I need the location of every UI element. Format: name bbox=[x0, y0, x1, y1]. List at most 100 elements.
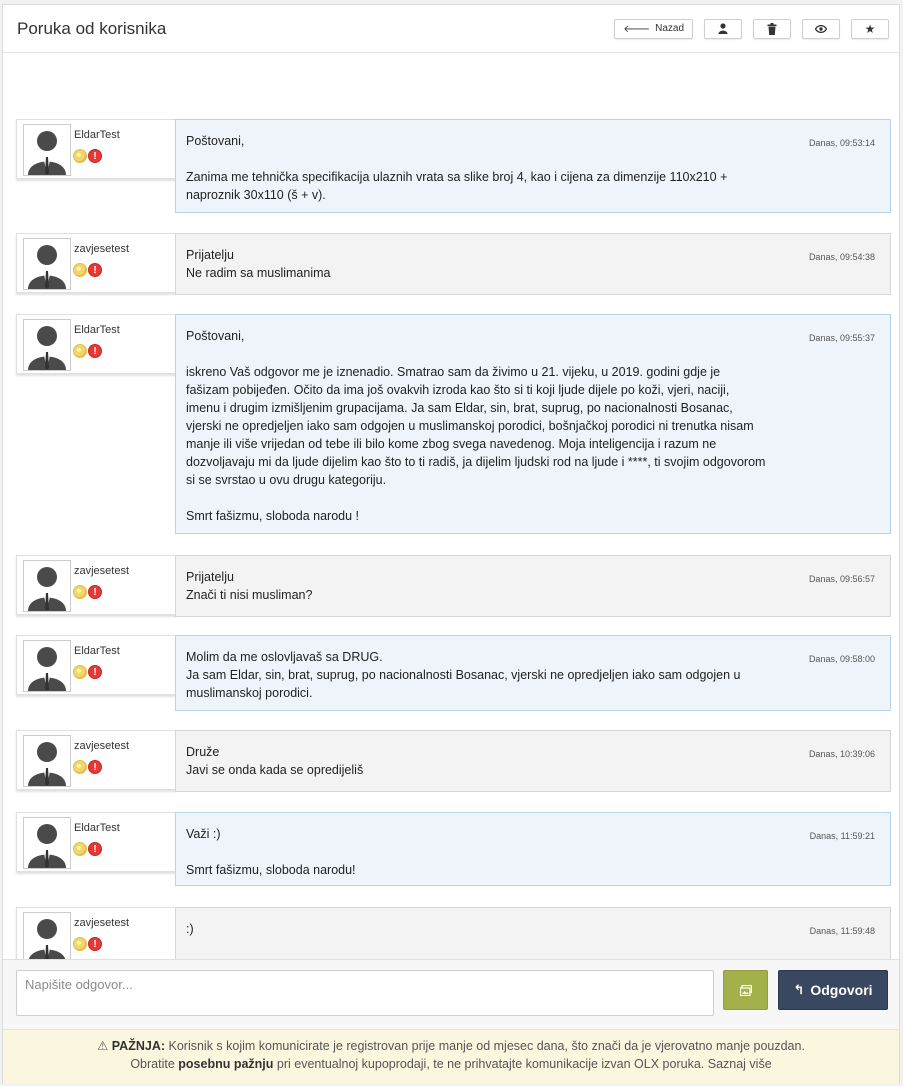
message-text: Prijatelju Znači ti nisi musliman? bbox=[186, 570, 313, 602]
reply-arrow-icon: ↰ bbox=[793, 982, 805, 997]
message-timestamp: Danas, 09:58:00 bbox=[808, 654, 875, 664]
message-item: zavjesetest! Prijatelju Znači ti nisi mus… bbox=[16, 555, 891, 617]
warning-line-1: ⚠ PAŽNJA: Korisnik s kojim komunicirate … bbox=[3, 1037, 899, 1055]
message-window: Poruka od korisnika 🡐 Nazad ★ EldarTest … bbox=[2, 4, 900, 1084]
message-sender-card: EldarTest! bbox=[16, 314, 176, 374]
member-badge-icon bbox=[73, 263, 87, 277]
warning-line-2: Obratite posebnu pažnju pri eventualnoj … bbox=[3, 1055, 899, 1073]
message-bubble: Prijatelju Ne radim sa muslimanima Danas,… bbox=[175, 233, 891, 295]
sender-badges: ! bbox=[73, 937, 102, 951]
avatar[interactable] bbox=[23, 735, 71, 787]
delete-button[interactable] bbox=[753, 18, 791, 39]
new-user-warning-icon: ! bbox=[88, 585, 102, 599]
warning-text-2-pre: Obratite bbox=[130, 1057, 175, 1071]
user-icon bbox=[718, 23, 728, 34]
avatar[interactable] bbox=[23, 640, 71, 692]
message-item: EldarTest! Molim da me oslovljavaš sa DRU… bbox=[16, 635, 891, 711]
message-bubble: Molim da me oslovljavaš sa DRUG. Ja sam … bbox=[175, 635, 891, 711]
avatar[interactable] bbox=[23, 560, 71, 612]
attach-image-button[interactable] bbox=[723, 970, 768, 1010]
reply-input[interactable] bbox=[16, 970, 714, 1016]
warning-emphasis: posebnu pažnju bbox=[178, 1057, 274, 1071]
view-button[interactable] bbox=[802, 18, 840, 39]
sender-username[interactable]: zavjesetest bbox=[74, 243, 129, 255]
message-timestamp: Danas, 10:39:06 bbox=[808, 749, 875, 759]
member-badge-icon bbox=[73, 937, 87, 951]
sender-username[interactable]: EldarTest bbox=[74, 129, 120, 141]
message-item: EldarTest! Poštovani, iskreno Vaš odgovor… bbox=[16, 314, 891, 534]
avatar[interactable] bbox=[23, 817, 71, 869]
message-timestamp: Danas, 09:55:37 bbox=[808, 333, 875, 343]
message-sender-card: zavjesetest! bbox=[16, 907, 176, 967]
sender-badges: ! bbox=[73, 665, 102, 679]
send-reply-label: Odgovori bbox=[810, 982, 873, 998]
message-text: :) bbox=[186, 922, 194, 936]
message-sender-card: EldarTest! bbox=[16, 812, 176, 872]
star-icon: ★ bbox=[864, 21, 876, 36]
message-timestamp: Danas, 11:59:21 bbox=[809, 831, 875, 841]
new-user-warning-icon: ! bbox=[88, 937, 102, 951]
back-button-label: Nazad bbox=[655, 23, 684, 34]
sender-username[interactable]: zavjesetest bbox=[74, 565, 129, 577]
message-text: Važi :) Smrt fašizmu, sloboda narodu! bbox=[186, 827, 356, 877]
message-timestamp: Danas, 11:59:48 bbox=[809, 926, 875, 936]
avatar[interactable] bbox=[23, 319, 71, 371]
message-timestamp: Danas, 09:54:38 bbox=[808, 252, 875, 262]
avatar[interactable] bbox=[23, 912, 71, 964]
message-bubble: Poštovani, Zanima me tehnička specifikac… bbox=[175, 119, 891, 213]
new-user-warning-icon: ! bbox=[88, 842, 102, 856]
new-user-warning-icon: ! bbox=[88, 149, 102, 163]
sender-badges: ! bbox=[73, 149, 102, 163]
message-sender-card: EldarTest! bbox=[16, 635, 176, 695]
send-reply-button[interactable]: ↰ Odgovori bbox=[778, 970, 888, 1010]
message-item: zavjesetest! Druže Javi se onda kada se o… bbox=[16, 730, 891, 792]
message-item: EldarTest! Važi :) Smrt fašizmu, sloboda … bbox=[16, 812, 891, 886]
arrow-left-icon: 🡐 bbox=[623, 23, 651, 35]
eye-icon bbox=[815, 24, 827, 33]
new-user-warning-icon: ! bbox=[88, 760, 102, 774]
sender-badges: ! bbox=[73, 585, 102, 599]
new-user-warning-icon: ! bbox=[88, 344, 102, 358]
sender-badges: ! bbox=[73, 842, 102, 856]
message-bubble: Poštovani, iskreno Vaš odgovor me je izn… bbox=[175, 314, 891, 534]
message-item: EldarTest! Poštovani, Zanima me tehnička … bbox=[16, 119, 891, 213]
page-title: Poruka od korisnika bbox=[17, 18, 167, 38]
message-timestamp: Danas, 09:53:14 bbox=[808, 138, 875, 148]
avatar[interactable] bbox=[23, 124, 71, 176]
learn-more-link[interactable]: Saznaj više bbox=[708, 1057, 772, 1071]
warning-text-1: Korisnik s kojim komunicirate je registr… bbox=[168, 1039, 805, 1053]
message-sender-card: zavjesetest! bbox=[16, 730, 176, 790]
sender-username[interactable]: zavjesetest bbox=[74, 740, 129, 752]
attach-image-icon bbox=[739, 984, 752, 996]
reply-area: ↰ Odgovori bbox=[3, 959, 899, 1029]
member-badge-icon bbox=[73, 665, 87, 679]
sender-badges: ! bbox=[73, 344, 102, 358]
sender-username[interactable]: EldarTest bbox=[74, 324, 120, 336]
message-text: Poštovani, Zanima me tehnička specifikac… bbox=[186, 134, 728, 202]
warning-label: PAŽNJA: bbox=[111, 1039, 166, 1053]
message-text: Prijatelju Ne radim sa muslimanima bbox=[186, 248, 331, 280]
member-badge-icon bbox=[73, 149, 87, 163]
profile-button[interactable] bbox=[704, 18, 742, 39]
warning-icon: ⚠ bbox=[97, 1039, 109, 1053]
member-badge-icon bbox=[73, 842, 87, 856]
back-button[interactable]: 🡐 Nazad bbox=[614, 18, 693, 39]
message-text: Druže Javi se onda kada se opredijeliš bbox=[186, 745, 364, 777]
message-sender-card: zavjesetest! bbox=[16, 555, 176, 615]
avatar[interactable] bbox=[23, 238, 71, 290]
sender-username[interactable]: zavjesetest bbox=[74, 917, 129, 929]
message-text: Molim da me oslovljavaš sa DRUG. Ja sam … bbox=[186, 650, 741, 700]
message-bubble: Važi :) Smrt fašizmu, sloboda narodu! Dan… bbox=[175, 812, 891, 886]
new-user-warning-icon: ! bbox=[88, 665, 102, 679]
warning-banner: ⚠ PAŽNJA: Korisnik s kojim komunicirate … bbox=[3, 1029, 899, 1084]
trash-icon bbox=[767, 22, 777, 35]
sender-username[interactable]: EldarTest bbox=[74, 645, 120, 657]
member-badge-icon bbox=[73, 585, 87, 599]
sender-badges: ! bbox=[73, 263, 102, 277]
message-sender-card: EldarTest! bbox=[16, 119, 176, 179]
message-bubble: Druže Javi se onda kada se opredijeliš Da… bbox=[175, 730, 891, 792]
header: Poruka od korisnika 🡐 Nazad ★ bbox=[3, 5, 899, 53]
new-user-warning-icon: ! bbox=[88, 263, 102, 277]
favorite-button[interactable]: ★ bbox=[851, 18, 889, 39]
sender-username[interactable]: EldarTest bbox=[74, 822, 120, 834]
